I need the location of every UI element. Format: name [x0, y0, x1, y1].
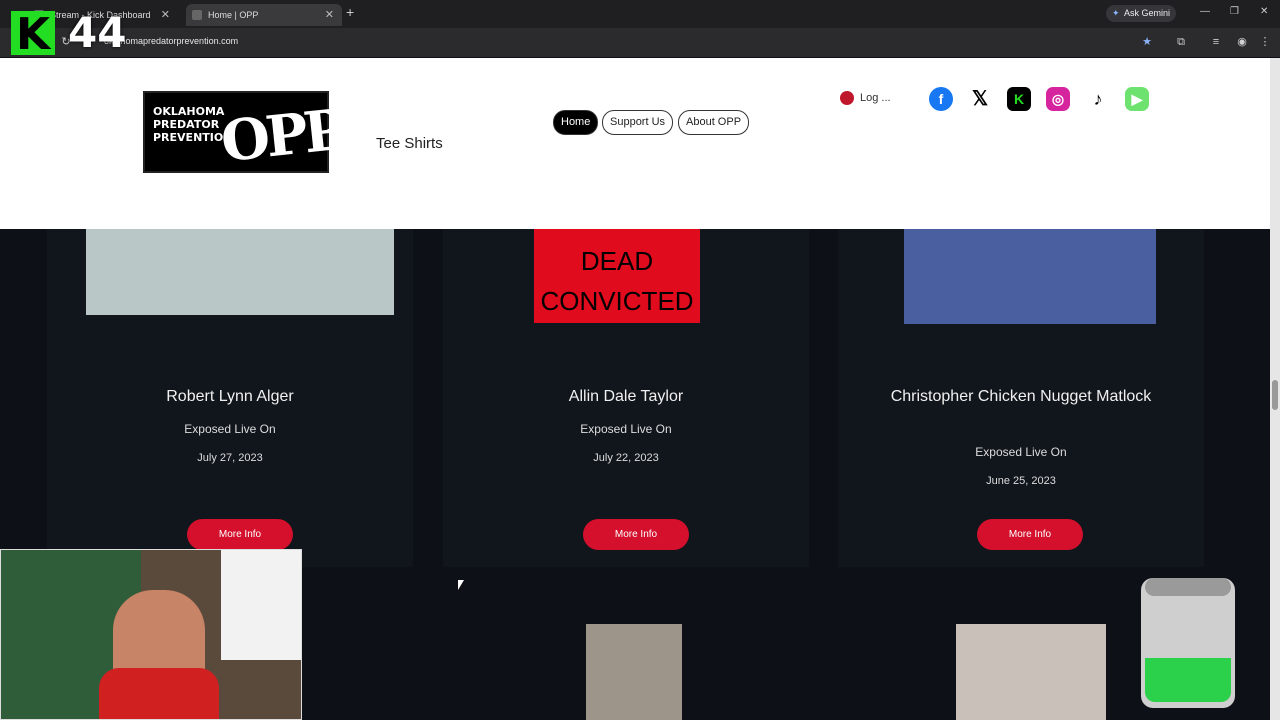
user-icon — [840, 91, 854, 105]
scrollbar-thumb[interactable] — [1272, 380, 1278, 410]
dead-convicted-banner: DEAD CONVICTED — [534, 229, 700, 323]
streamer-webcam — [0, 549, 302, 720]
logo-text: OKLAHOMA PREDATOR PREVENTION — [153, 105, 233, 144]
login-button[interactable]: Log ... — [840, 91, 891, 105]
tab-home-opp[interactable]: Home | OPP ✕ — [186, 4, 342, 26]
gemini-sparkle-icon: ✦ — [1112, 8, 1120, 18]
kick-candy-jar-overlay — [1141, 578, 1235, 708]
x-twitter-icon[interactable]: 𝕏 — [968, 87, 992, 111]
nav-support-us[interactable]: Support Us — [602, 110, 674, 135]
next-row-photo — [586, 624, 682, 720]
kick-follower-overlay: 44 — [8, 8, 128, 60]
opp-logo[interactable]: OKLAHOMA PREDATOR PREVENTION OPP — [143, 91, 345, 175]
facebook-icon[interactable]: f — [929, 87, 953, 111]
new-tab-icon[interactable]: + — [346, 4, 354, 20]
nav-home[interactable]: Home — [553, 110, 599, 135]
site-header: OKLAHOMA PREDATOR PREVENTION OPP Tee Shi… — [0, 58, 1270, 229]
kick-logo-icon — [11, 9, 55, 60]
rumble-icon[interactable]: ▶ — [1125, 87, 1149, 111]
nav-about-opp[interactable]: About OPP — [678, 110, 750, 135]
mouse-cursor-icon — [458, 580, 464, 590]
tab-label: Home | OPP — [208, 10, 259, 20]
card-name: Robert Lynn Alger — [166, 388, 294, 405]
card-allin-dale-taylor: DEAD CONVICTED Allin Dale Taylor Exposed… — [443, 229, 809, 567]
browser-tabbar: Stream - Kick Dashboard ✕ Home | OPP ✕ +… — [0, 0, 1280, 28]
card-exposed-label: Exposed Live On — [580, 422, 672, 436]
bookmark-star-icon[interactable]: ★ — [1141, 36, 1153, 48]
extensions-icon[interactable]: ⧉ — [1175, 36, 1187, 48]
card-name: Christopher Chicken Nugget Matlock — [890, 388, 1152, 405]
more-info-button[interactable]: More Info — [583, 519, 689, 550]
more-info-button[interactable]: More Info — [977, 519, 1083, 550]
card-exposed-label: Exposed Live On — [975, 445, 1067, 459]
minimize-icon[interactable]: — — [1200, 6, 1210, 17]
next-row-photo — [956, 624, 1106, 720]
instagram-icon[interactable]: ◎ — [1046, 87, 1070, 111]
profile-photo — [86, 229, 394, 315]
tiktok-icon[interactable]: ♪ — [1086, 87, 1110, 111]
card-date: July 27, 2023 — [197, 452, 263, 464]
media-icon[interactable]: ≡ — [1210, 36, 1222, 48]
logo-mark: OPP — [217, 96, 346, 176]
card-date: July 22, 2023 — [593, 452, 659, 464]
close-window-icon[interactable]: ✕ — [1260, 6, 1268, 17]
menu-icon[interactable]: ⋮ — [1259, 36, 1271, 48]
webcam-window — [221, 550, 301, 660]
close-tab-icon[interactable]: ✕ — [325, 4, 334, 26]
card-christopher-matlock: Christopher Chicken Nugget Matlock Expos… — [838, 229, 1204, 567]
restore-icon[interactable]: ❐ — [1230, 6, 1239, 17]
profile-icon[interactable]: ◉ — [1236, 36, 1248, 48]
webcam-shirt — [99, 668, 219, 719]
card-date: June 25, 2023 — [986, 475, 1056, 487]
close-tab-icon[interactable]: ✕ — [161, 4, 170, 26]
jar-candy — [1145, 658, 1231, 702]
card-robert-lynn-alger: Robert Lynn Alger Exposed Live On July 2… — [47, 229, 413, 567]
jar-lid — [1145, 578, 1231, 596]
card-exposed-label: Exposed Live On — [184, 422, 276, 436]
ask-gemini-button[interactable]: ✦ Ask Gemini — [1106, 5, 1177, 22]
more-info-button[interactable]: More Info — [187, 519, 293, 550]
profile-photo — [904, 229, 1156, 324]
card-name: Allin Dale Taylor — [568, 388, 684, 405]
tee-shirts-link[interactable]: Tee Shirts — [376, 135, 443, 152]
kick-icon[interactable]: K — [1007, 87, 1031, 111]
kick-count: 44 — [68, 8, 127, 57]
page-favicon-icon — [192, 10, 202, 20]
address-bar: ↻ oklahomapredatorprevention.com ★ ⧉ ≡ ◉… — [0, 28, 1280, 57]
